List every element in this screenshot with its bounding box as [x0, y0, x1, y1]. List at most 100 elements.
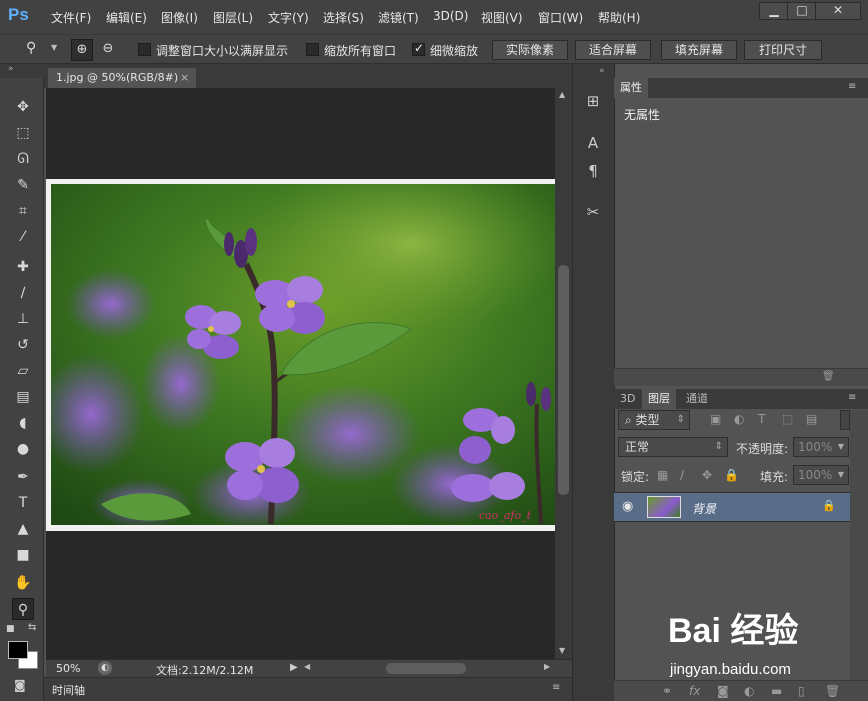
filter-smart-object-icon[interactable]: ▤	[806, 412, 817, 426]
adjustment-layer-icon[interactable]: ◐	[744, 684, 754, 698]
scroll-up-icon[interactable]: ▲	[559, 90, 565, 99]
status-info-icon[interactable]: ◐	[98, 661, 112, 675]
resize-windows-checkbox[interactable]	[138, 43, 151, 56]
properties-menu-icon[interactable]: ≡	[848, 81, 856, 92]
close-window-button[interactable]: ✕	[815, 2, 861, 20]
layer-visibility-eye-icon[interactable]: ◉	[622, 499, 633, 514]
fill-screen-button[interactable]: 填充屏幕	[661, 40, 737, 60]
timeline-label[interactable]: 时间轴	[52, 682, 85, 698]
quick-mask-icon[interactable]: ◙	[14, 678, 26, 692]
horizontal-scroll-thumb[interactable]	[386, 663, 466, 674]
flower-photo[interactable]: cao_afo_t	[51, 184, 555, 525]
layer-style-icon[interactable]: fx	[689, 684, 700, 698]
tab-properties[interactable]: 属性	[614, 78, 648, 98]
clone-stamp-tool-icon[interactable]: ⊥	[12, 308, 34, 330]
lock-position-icon[interactable]: ✥	[702, 468, 712, 482]
history-panel-icon[interactable]: ⊞	[576, 88, 610, 114]
scroll-right-icon[interactable]: ▶	[544, 662, 550, 671]
expand-dock-icon[interactable]: «	[599, 66, 605, 76]
blur-tool-icon[interactable]: ◖	[12, 412, 34, 434]
zoom-out-icon[interactable]: ⊖	[97, 39, 119, 61]
scrubby-zoom-checkbox[interactable]	[412, 41, 425, 56]
layers-menu-icon[interactable]: ≡	[848, 392, 856, 403]
document-tab[interactable]: 1.jpg @ 50%(RGB/8#) ×	[48, 68, 196, 88]
print-size-button[interactable]: 打印尺寸	[744, 40, 822, 60]
tab-3d[interactable]: 3D	[614, 389, 641, 409]
fit-screen-button[interactable]: 适合屏幕	[575, 40, 651, 60]
blend-mode-dropdown[interactable]: 正常	[618, 437, 728, 457]
status-menu-arrow-icon[interactable]: ▶	[290, 662, 298, 673]
zoom-tool-active-icon[interactable]: ⚲	[12, 598, 34, 620]
quick-selection-tool-icon[interactable]: ✎	[12, 174, 34, 196]
foreground-color-swatch[interactable]	[8, 641, 28, 659]
swap-colors-icon[interactable]: ⇆	[28, 622, 36, 633]
link-layers-icon[interactable]: ⚭	[662, 684, 672, 698]
new-group-icon[interactable]: ▬	[771, 684, 782, 698]
layer-name[interactable]: 背景	[692, 500, 716, 517]
crop-tool-icon[interactable]: ⌗	[12, 200, 34, 222]
scroll-left-icon[interactable]: ◀	[304, 662, 310, 671]
zoom-in-icon[interactable]: ⊕	[71, 39, 93, 61]
gradient-tool-icon[interactable]: ▤	[12, 386, 34, 408]
menu-window[interactable]: 窗口(W)	[538, 9, 583, 26]
marquee-tool-icon[interactable]: ⬚	[12, 122, 34, 144]
character-panel-icon[interactable]: A	[576, 130, 610, 156]
filter-shape-icon[interactable]: ⬚	[782, 412, 793, 426]
tool-preset-chevron-icon[interactable]: ▼	[51, 43, 57, 52]
menu-layer[interactable]: 图层(L)	[213, 9, 253, 26]
opacity-field[interactable]: 100% ▼	[793, 437, 849, 457]
layer-row-background[interactable]: ◉ 背景 🔒	[614, 492, 850, 522]
fill-chevron-icon[interactable]: ▼	[838, 466, 844, 484]
filter-toggle[interactable]	[840, 410, 850, 430]
lock-all-icon[interactable]: 🔒	[724, 468, 739, 482]
eraser-tool-icon[interactable]: ▱	[12, 360, 34, 382]
toolbar-handle[interactable]: »	[0, 64, 44, 78]
path-selection-tool-icon[interactable]: ▲	[12, 518, 34, 540]
zoom-level[interactable]: 50%	[56, 662, 80, 675]
scroll-down-icon[interactable]: ▼	[559, 646, 565, 655]
default-colors-icon[interactable]: ■	[6, 624, 15, 634]
properties-trash-icon[interactable]: 🗑	[822, 371, 835, 382]
lock-transparent-icon[interactable]: ▦	[657, 468, 668, 482]
tab-channels[interactable]: 通道	[680, 389, 714, 409]
type-tool-icon[interactable]: T	[12, 492, 34, 514]
menu-file[interactable]: 文件(F)	[51, 9, 91, 26]
zoom-all-windows-checkbox[interactable]	[306, 43, 319, 56]
menu-3d[interactable]: 3D(D)	[433, 9, 468, 23]
minimize-button[interactable]: ▁	[759, 2, 789, 20]
menu-select[interactable]: 选择(S)	[323, 9, 364, 26]
tab-layers[interactable]: 图层	[642, 389, 676, 409]
tool-presets-icon[interactable]: ✂	[576, 199, 610, 225]
menu-filter[interactable]: 滤镜(T)	[378, 9, 419, 26]
lasso-tool-icon[interactable]: ᘏ	[12, 148, 34, 170]
close-tab-icon[interactable]: ×	[180, 68, 189, 88]
vertical-scroll-thumb[interactable]	[558, 265, 569, 495]
filter-pixel-icon[interactable]: ▣	[710, 412, 721, 426]
move-tool-icon[interactable]: ✥	[12, 96, 34, 118]
eyedropper-tool-icon[interactable]: ⁄	[12, 226, 34, 248]
menu-view[interactable]: 视图(V)	[481, 9, 523, 26]
healing-brush-tool-icon[interactable]: ✚	[12, 256, 34, 278]
fill-field[interactable]: 100% ▼	[793, 465, 849, 485]
opacity-chevron-icon[interactable]: ▼	[838, 438, 844, 456]
actual-pixels-button[interactable]: 实际像素	[492, 40, 568, 60]
layers-scrollbar[interactable]	[850, 410, 868, 680]
hand-tool-icon[interactable]: ✋	[12, 572, 34, 594]
collapse-toolbar-icon[interactable]: »	[8, 64, 14, 74]
menu-type[interactable]: 文字(Y)	[268, 9, 309, 26]
timeline-menu-icon[interactable]: ≡	[552, 682, 560, 693]
zoom-tool-icon[interactable]: ⚲	[26, 40, 36, 56]
delete-layer-icon[interactable]: 🗑	[825, 684, 840, 698]
rectangle-tool-icon[interactable]: ■	[12, 544, 34, 566]
filter-adjustment-icon[interactable]: ◐	[734, 412, 744, 426]
history-brush-tool-icon[interactable]: ↺	[12, 334, 34, 356]
maximize-button[interactable]: □	[787, 2, 817, 20]
paragraph-panel-icon[interactable]: ¶	[576, 158, 610, 184]
menu-edit[interactable]: 编辑(E)	[106, 9, 147, 26]
menu-image[interactable]: 图像(I)	[161, 9, 198, 26]
lock-image-icon[interactable]: ∕	[680, 468, 684, 482]
layer-filter-dropdown[interactable]: ⌕ 类型	[618, 410, 690, 430]
filter-type-icon[interactable]: T	[758, 412, 765, 426]
new-layer-icon[interactable]: ▯	[798, 684, 805, 698]
dodge-tool-icon[interactable]: ●	[12, 438, 34, 460]
